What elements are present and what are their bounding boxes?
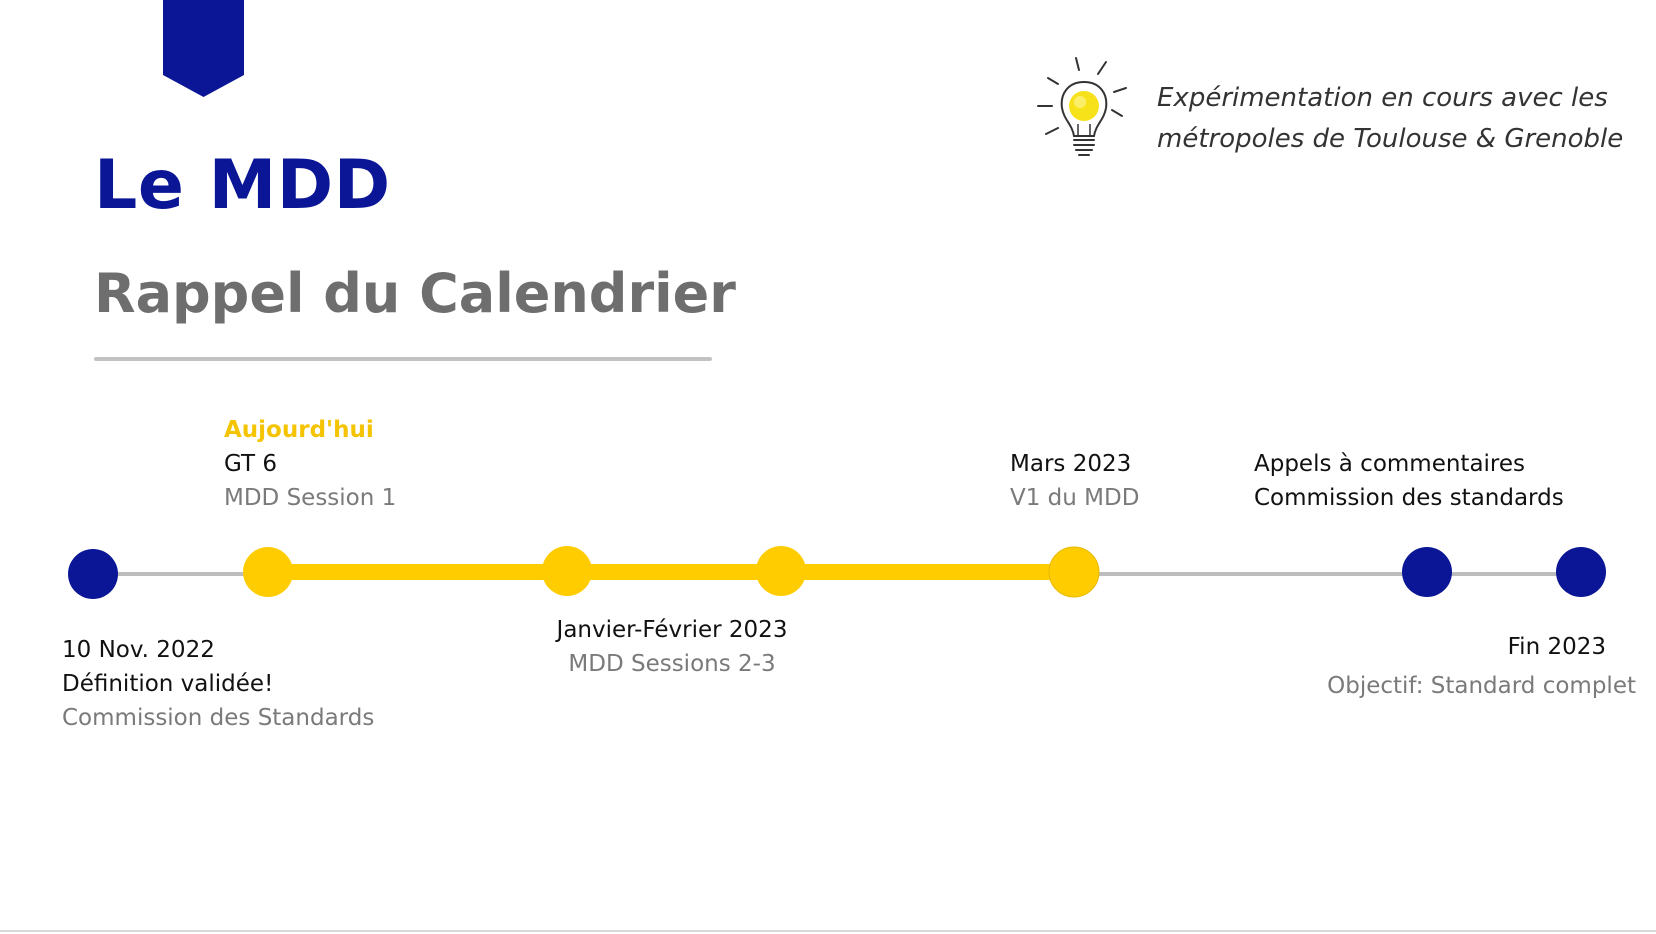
janfeb-line1: Janvier-Février 2023: [556, 617, 788, 643]
milestone-today-dot: [243, 547, 293, 597]
mars-line2: V1 du MDD: [1010, 485, 1140, 511]
mars-line1: Mars 2023: [1010, 451, 1132, 477]
nov2022-line2: Définition validée!: [62, 671, 274, 697]
milestone-appels-dot: [1402, 547, 1452, 597]
appels-line1: Appels à commentaires: [1254, 451, 1526, 477]
today-line2: MDD Session 1: [224, 485, 397, 511]
today-tag: Aujourd'hui: [224, 417, 374, 443]
milestone-janvier-dot: [542, 546, 592, 596]
appels-line2: Commission des standards: [1254, 485, 1564, 511]
milestone-nov2022-dot: [68, 549, 118, 599]
janfeb-line2: MDD Sessions 2-3: [568, 651, 776, 677]
today-line1: GT 6: [224, 451, 277, 477]
milestone-fin-dot: [1556, 547, 1606, 597]
nov2022-line3: Commission des Standards: [62, 705, 375, 731]
milestone-mars-dot: [1048, 546, 1100, 598]
nov2022-date: 10 Nov. 2022: [62, 637, 215, 663]
fin-line1: Fin 2023: [1507, 634, 1606, 660]
bottom-divider: [0, 930, 1656, 932]
milestone-fevrier-dot: [756, 546, 806, 596]
fin-line2: Objectif: Standard complet: [1327, 673, 1636, 699]
